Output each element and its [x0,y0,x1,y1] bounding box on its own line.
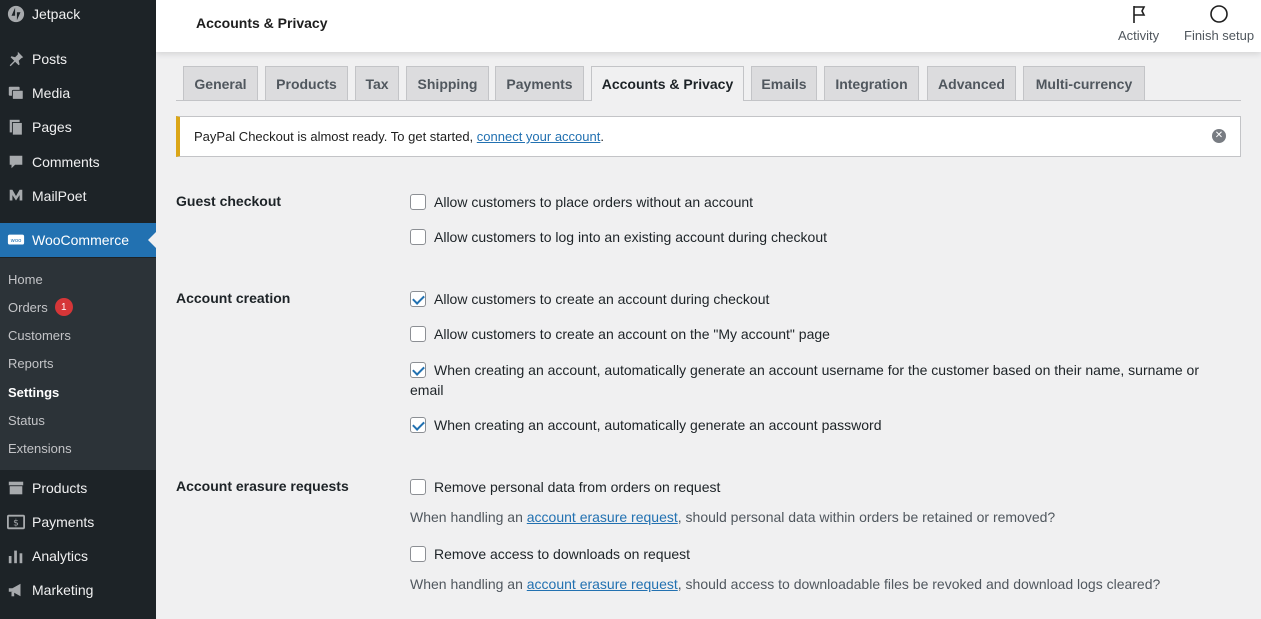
page-title: Accounts & Privacy [196,15,328,31]
dismiss-notice-icon[interactable]: ✕ [1212,129,1226,143]
sidebar-item-label: Jetpack [32,6,81,22]
tab-advanced[interactable]: Advanced [927,66,1016,100]
tab-general[interactable]: General [183,66,258,100]
sidebar-item-woocommerce[interactable]: woo WooCommerce [0,223,156,257]
sidebar-item-mailpoet[interactable]: MailPoet [0,179,156,213]
option-generate-password: When creating an account, automatically … [410,415,1230,435]
bar-chart-icon [5,547,27,565]
settings-tabs: General Products Tax Shipping Payments A… [176,66,1241,101]
svg-text:woo: woo [11,238,22,244]
sidebar-item-label: Media [32,85,71,101]
notice-text-end: . [600,129,604,144]
sidebar-item-pages[interactable]: Pages [0,110,156,144]
submenu-item-status[interactable]: Status [8,410,45,430]
tab-emails[interactable]: Emails [751,66,817,100]
description-remove-personal-data: When handling an account erasure request… [410,509,1056,525]
tab-accounts-privacy[interactable]: Accounts & Privacy [591,66,744,101]
sidebar-item-products[interactable]: Products [0,471,156,505]
connect-account-link[interactable]: connect your account [477,129,601,144]
sidebar-item-label: Products [32,480,88,496]
submenu-item-settings[interactable]: Settings [8,382,59,402]
option-create-my-account: Allow customers to create an account on … [410,324,1230,344]
pages-icon [5,118,27,136]
sidebar-item-label: Payments [32,514,95,530]
description-remove-downloads: When handling an account erasure request… [410,576,1161,592]
checkbox-remove-downloads[interactable] [410,546,426,562]
checkbox-guest-login[interactable] [410,229,426,245]
paypal-notice: PayPal Checkout is almost ready. To get … [176,116,1241,157]
media-icon [5,84,27,102]
tab-shipping[interactable]: Shipping [406,66,489,100]
sidebar-item-label: Analytics [32,548,89,564]
jetpack-icon [5,5,27,23]
option-create-at-checkout: Allow customers to create an account dur… [410,289,1230,309]
checkbox-create-at-checkout[interactable] [410,291,426,307]
erasure-request-link[interactable]: account erasure request [527,576,678,592]
option-remove-downloads: Remove access to downloads on request [410,544,1230,564]
submenu-item-reports[interactable]: Reports [8,353,54,373]
sidebar-item-media[interactable]: Media [0,76,156,110]
sidebar-item-marketing[interactable]: Marketing [0,573,156,607]
option-guest-place-orders: Allow customers to place orders without … [410,192,1230,212]
comment-icon [5,153,27,171]
checkbox-create-my-account[interactable] [410,326,426,342]
top-header: Accounts & Privacy Activity Finish setup [156,0,1261,52]
archive-icon [5,479,27,497]
sidebar-item-label: Comments [32,154,100,170]
sidebar-item-posts[interactable]: Posts [0,42,156,76]
tab-tax[interactable]: Tax [355,66,399,100]
checkbox-generate-username[interactable] [410,362,426,378]
submenu-item-home[interactable]: Home [8,269,43,289]
svg-text:$: $ [13,519,19,529]
finish-setup-button[interactable]: Finish setup [1184,4,1254,43]
section-label-account-creation: Account creation [176,290,291,306]
sidebar-item-jetpack[interactable]: Jetpack [0,0,156,31]
sidebar-item-payments[interactable]: $ Payments [0,505,156,539]
option-remove-personal-data: Remove personal data from orders on requ… [410,477,1230,497]
mailpoet-icon [5,187,27,205]
woocommerce-submenu: Home Orders 1 Customers Reports Settings … [0,258,156,470]
activity-button[interactable]: Activity [1118,4,1159,43]
sidebar-item-label: Marketing [32,582,94,598]
submenu-item-orders[interactable]: Orders 1 [8,297,73,317]
woo-icon: woo [5,231,27,249]
option-guest-login: Allow customers to log into an existing … [410,227,1230,247]
sidebar-item-label: Posts [32,51,68,67]
sidebar-item-comments[interactable]: Comments [0,145,156,179]
notice-text: PayPal Checkout is almost ready. To get … [194,129,477,144]
flag-icon [1132,6,1145,23]
admin-sidebar: Jetpack Posts Media Pages Comments MailP… [0,0,156,619]
sidebar-item-label: MailPoet [32,188,87,204]
megaphone-icon [5,581,27,599]
option-generate-username: When creating an account, automatically … [410,362,1199,398]
submenu-item-extensions[interactable]: Extensions [8,438,72,458]
submenu-item-customers[interactable]: Customers [8,325,71,345]
erasure-request-link[interactable]: account erasure request [527,509,678,525]
dollar-icon: $ [5,513,27,531]
pin-icon [5,50,27,68]
checkbox-generate-password[interactable] [410,417,426,433]
tab-payments[interactable]: Payments [495,66,584,100]
tab-products[interactable]: Products [265,66,348,100]
progress-circle-icon [1210,5,1228,23]
sidebar-item-label: Pages [32,119,72,135]
sidebar-item-analytics[interactable]: Analytics [0,539,156,573]
tab-integration[interactable]: Integration [824,66,919,100]
checkbox-guest-place-orders[interactable] [410,194,426,210]
checkbox-remove-personal-data[interactable] [410,479,426,495]
tab-multi-currency[interactable]: Multi-currency [1023,66,1145,100]
section-label-account-erasure: Account erasure requests [176,478,349,494]
orders-count-badge: 1 [54,298,73,316]
sidebar-item-label: WooCommerce [32,232,129,248]
section-label-guest-checkout: Guest checkout [176,193,282,209]
